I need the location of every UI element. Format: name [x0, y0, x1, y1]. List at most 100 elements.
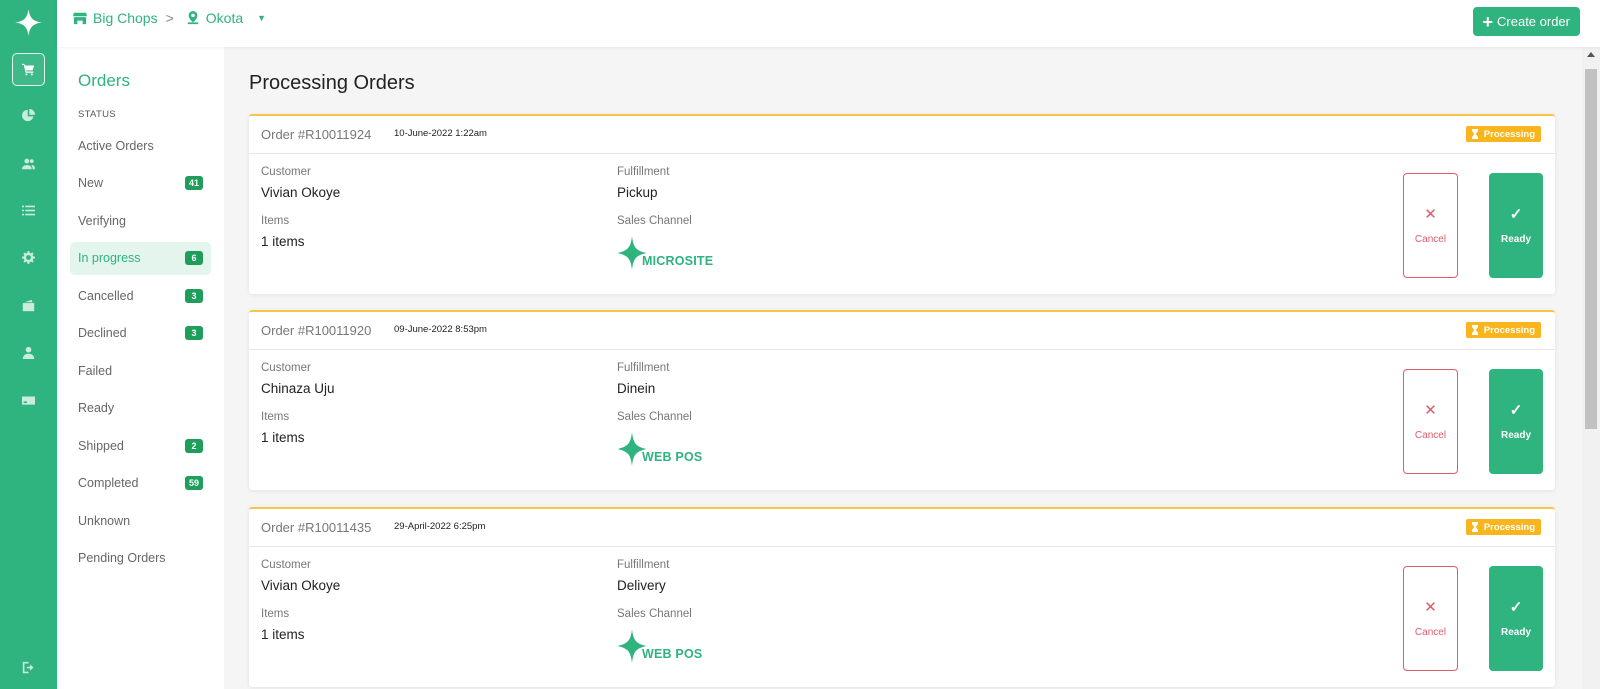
- items-count: 1 items: [261, 430, 305, 445]
- sidebar-section-label: STATUS: [78, 109, 116, 120]
- order-header: Order #R10011435 29-April-2022 6:25pm Pr…: [249, 509, 1555, 547]
- rail-logout-button[interactable]: [12, 651, 45, 684]
- sales-channel-logo: WEB POS: [617, 629, 702, 663]
- create-order-button[interactable]: + Create order: [1472, 7, 1580, 36]
- page-title: Processing Orders: [249, 72, 415, 94]
- location-icon: [186, 11, 200, 25]
- store-link[interactable]: Big Chops: [93, 10, 158, 26]
- sidebar-item-cancelled[interactable]: Cancelled 3: [70, 279, 211, 312]
- ready-label: Ready: [1500, 233, 1531, 245]
- sidebar-item-completed[interactable]: Completed 59: [70, 467, 211, 500]
- status-list: Active Orders New 41 Verifying In progre…: [70, 129, 211, 579]
- order-number[interactable]: Order #R10011924: [261, 127, 371, 142]
- scrollbar-thumb[interactable]: [1585, 69, 1597, 429]
- breadcrumb: Big Chops > Okota ▼: [73, 10, 266, 26]
- order-date: 10-June-2022 1:22am: [394, 128, 487, 139]
- hourglass-icon: [1471, 325, 1478, 335]
- location-select[interactable]: Okota: [206, 10, 243, 26]
- rail-payments-button[interactable]: [12, 384, 45, 417]
- sales-channel-label: Sales Channel: [617, 411, 692, 423]
- hourglass-icon: [1471, 129, 1478, 139]
- items-label: Items: [261, 215, 290, 227]
- scroll-up-arrow-icon[interactable]: [1587, 52, 1595, 57]
- sidebar-item-verifying[interactable]: Verifying: [70, 204, 211, 237]
- fulfillment-value: Pickup: [617, 185, 658, 200]
- rail-customers-button[interactable]: [12, 147, 45, 180]
- sidebar-item-new[interactable]: New 41: [70, 167, 211, 200]
- customer-label: Customer: [261, 362, 311, 374]
- wallet-icon: [22, 299, 35, 312]
- card-icon: [22, 396, 35, 405]
- sidebar-item-ready[interactable]: Ready: [70, 392, 211, 425]
- status-text: Processing: [1483, 521, 1535, 533]
- sidebar-item-shipped[interactable]: Shipped 2: [70, 429, 211, 462]
- user-icon: [22, 346, 35, 359]
- store-icon: [73, 11, 87, 25]
- count-badge: 3: [185, 326, 203, 340]
- customer-name: Chinaza Uju: [261, 381, 335, 396]
- page-scrollbar[interactable]: [1582, 47, 1600, 689]
- rail-settings-button[interactable]: [12, 241, 45, 274]
- sidebar-item-label: Failed: [78, 363, 113, 378]
- ready-label: Ready: [1500, 626, 1531, 638]
- order-header: Order #R10011924 10-June-2022 1:22am Pro…: [249, 116, 1555, 154]
- items-count: 1 items: [261, 627, 305, 642]
- sales-channel-name: WEB POS: [642, 647, 703, 661]
- order-card: Order #R10011920 09-June-2022 8:53pm Pro…: [249, 310, 1555, 490]
- count-badge: 41: [184, 176, 203, 190]
- chevron-down-icon[interactable]: ▼: [257, 13, 266, 23]
- icon-rail: [0, 0, 57, 689]
- ready-order-button[interactable]: ✓ Ready: [1489, 173, 1543, 278]
- sidebar-item-in-progress[interactable]: In progress 6: [70, 241, 211, 275]
- close-icon: ✕: [1424, 205, 1437, 223]
- pie-chart-icon: [22, 109, 35, 122]
- sidebar-item-label: Declined: [78, 326, 127, 340]
- customer-label: Customer: [261, 166, 311, 178]
- status-text: Processing: [1483, 128, 1535, 140]
- sidebar-item-pending-orders[interactable]: Pending Orders: [70, 542, 211, 575]
- cancel-order-button[interactable]: ✕ Cancel: [1403, 369, 1458, 474]
- main-content: Processing Orders Order #R10011924 10-Ju…: [224, 47, 1582, 689]
- ready-order-button[interactable]: ✓ Ready: [1489, 566, 1543, 671]
- sidebar-item-label: Unknown: [78, 513, 131, 528]
- ready-order-button[interactable]: ✓ Ready: [1489, 369, 1543, 474]
- sidebar-item-label: In progress: [78, 251, 141, 265]
- cancel-order-button[interactable]: ✕ Cancel: [1403, 173, 1458, 278]
- customer-name: Vivian Okoye: [261, 185, 341, 200]
- order-card: Order #R10011924 10-June-2022 1:22am Pro…: [249, 114, 1555, 294]
- create-order-label: Create order: [1497, 14, 1570, 29]
- sidebar-item-active-orders[interactable]: Active Orders: [70, 129, 211, 162]
- sidebar-item-declined[interactable]: Declined 3: [70, 317, 211, 350]
- order-header: Order #R10011920 09-June-2022 8:53pm Pro…: [249, 312, 1555, 350]
- fulfillment-label: Fulfillment: [617, 166, 670, 178]
- status-badge: Processing: [1465, 519, 1541, 535]
- check-icon: ✓: [1509, 401, 1523, 419]
- sidebar-item-unknown[interactable]: Unknown: [70, 504, 211, 537]
- order-number[interactable]: Order #R10011435: [261, 520, 371, 535]
- ready-label: Ready: [1500, 429, 1531, 441]
- order-date: 29-April-2022 6:25pm: [394, 521, 486, 532]
- count-badge: 59: [184, 476, 203, 490]
- gear-icon: [22, 251, 35, 264]
- sales-channel-name: WEB POS: [642, 450, 703, 464]
- rail-list-button[interactable]: [12, 194, 45, 227]
- sidebar-item-failed[interactable]: Failed: [70, 354, 211, 387]
- orders-sidebar: Orders STATUS Active Orders New 41 Verif…: [57, 47, 224, 689]
- rail-analytics-button[interactable]: [12, 99, 45, 132]
- cancel-label: Cancel: [1414, 626, 1447, 638]
- sidebar-item-label: Completed: [78, 476, 139, 490]
- count-badge: 2: [185, 438, 203, 453]
- sidebar-item-label: Verifying: [78, 213, 126, 228]
- hourglass-icon: [1471, 522, 1478, 532]
- rail-orders-button[interactable]: [12, 53, 45, 86]
- cancel-order-button[interactable]: ✕ Cancel: [1403, 566, 1458, 671]
- breadcrumb-separator-icon: >: [165, 10, 174, 26]
- count-badge: 3: [185, 288, 203, 303]
- fulfillment-label: Fulfillment: [617, 559, 670, 571]
- rail-wallet-button[interactable]: [12, 289, 45, 322]
- sales-channel-name: MICROSITE: [642, 254, 714, 268]
- status-badge: Processing: [1465, 322, 1541, 338]
- plus-icon: +: [1482, 11, 1494, 32]
- rail-profile-button[interactable]: [12, 336, 45, 369]
- order-number[interactable]: Order #R10011920: [261, 323, 371, 338]
